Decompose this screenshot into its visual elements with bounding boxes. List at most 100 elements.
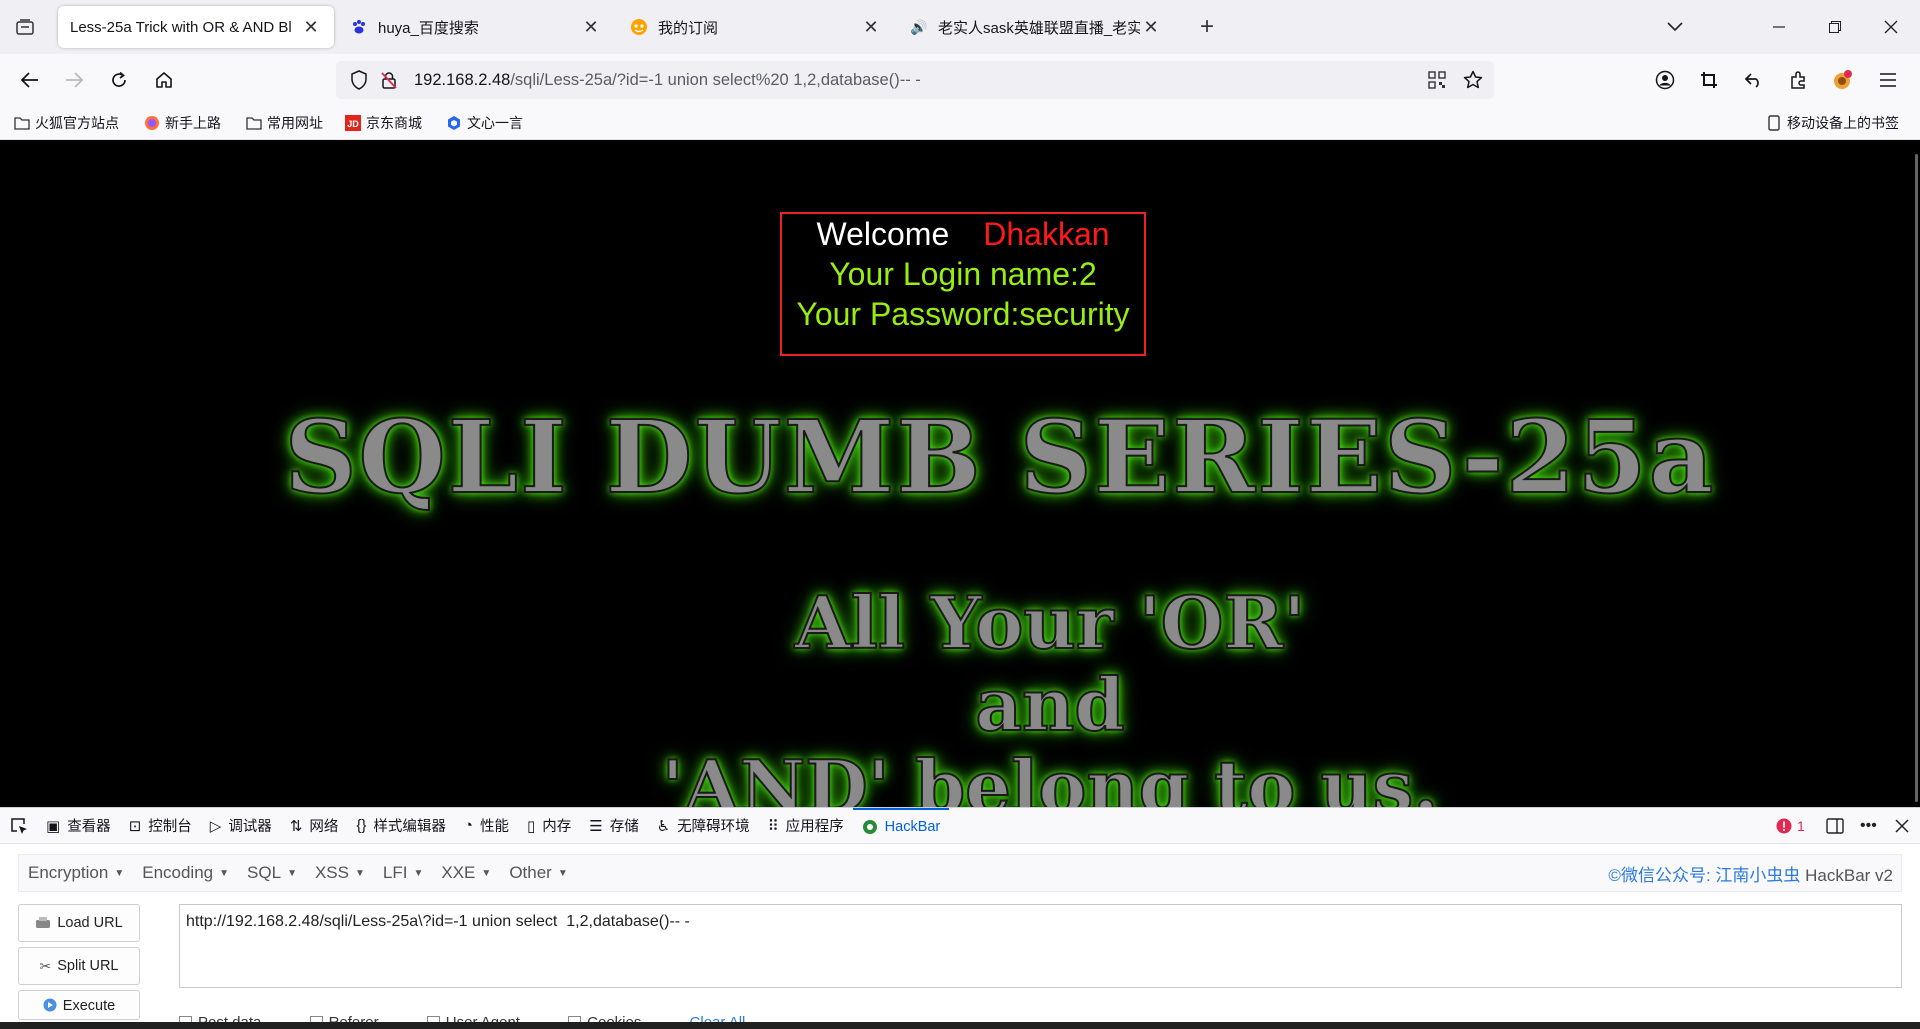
caret-down-icon: ▼ xyxy=(114,867,125,879)
devtools-tab-style-editor[interactable]: {} 样式编辑器 xyxy=(347,808,455,844)
devtools-tab-performance[interactable]: ◔ 性能 xyxy=(455,808,518,844)
devtools-tab-application[interactable]: ⠿ 应用程序 xyxy=(759,808,853,844)
split-url-label: Split URL xyxy=(57,958,119,974)
devtools-tab-label: 调试器 xyxy=(228,819,272,835)
devtools-tab-network[interactable]: ⇅ 网络 xyxy=(281,808,348,844)
restore-button[interactable] xyxy=(1812,10,1858,44)
devtools-more-button[interactable]: ••• xyxy=(1860,808,1877,844)
mobile-bookmarks-label: 移动设备上的书签 xyxy=(1787,115,1899,131)
close-icon xyxy=(1895,819,1909,833)
application-icon: ⠿ xyxy=(767,817,779,835)
bookmark-star-icon[interactable] xyxy=(1458,65,1488,95)
inspector-icon: ▣ xyxy=(46,817,61,835)
url-text[interactable]: 192.168.2.48/sqli/Less-25a/?id=-1 union … xyxy=(414,71,1422,90)
page-scrollbar[interactable] xyxy=(1915,154,1918,802)
reload-button[interactable] xyxy=(103,64,135,96)
hackbar-menu-encryption[interactable]: Encryption ▼ xyxy=(19,863,133,883)
close-tab-icon[interactable]: ✕ xyxy=(860,16,882,38)
hackbar-menu-xss[interactable]: XSS ▼ xyxy=(306,863,374,883)
mobile-bookmarks[interactable]: 移动设备上的书签 xyxy=(1766,112,1899,134)
qr-code-icon[interactable] xyxy=(1422,65,1452,95)
baidu-paw-icon xyxy=(350,18,368,36)
devtools-tab-storage[interactable]: ☰ 存储 xyxy=(580,808,647,844)
close-tab-icon[interactable]: ✕ xyxy=(1140,16,1162,38)
split-url-button[interactable]: ✂ Split URL xyxy=(18,947,140,985)
svg-text:JD: JD xyxy=(347,119,359,129)
account-icon[interactable] xyxy=(1649,64,1681,96)
tab-list-icon xyxy=(16,19,34,35)
close-window-button[interactable] xyxy=(1868,10,1914,44)
folder-icon xyxy=(14,115,30,131)
bookmark-label: 京东商城 xyxy=(366,115,422,131)
devtools-tab-label: 控制台 xyxy=(148,819,192,835)
close-tab-icon[interactable]: ✕ xyxy=(300,16,322,38)
bookmark-jd[interactable]: JD 京东商城 xyxy=(345,112,422,134)
restore-icon xyxy=(1829,21,1841,33)
performance-icon: ◔ xyxy=(463,817,473,834)
hackbar-menu-lfi[interactable]: LFI ▼ xyxy=(374,863,432,883)
devtools-tab-console[interactable]: ⊡ 控制台 xyxy=(120,808,201,844)
devtools-tab-label: 网络 xyxy=(309,819,339,835)
new-tab-button[interactable]: + xyxy=(1192,12,1222,42)
banner-line-and: and xyxy=(974,661,1125,748)
devtools-tab-label: 样式编辑器 xyxy=(373,819,446,835)
hackbar-menu-sql[interactable]: SQL ▼ xyxy=(238,863,306,883)
extensions-icon[interactable] xyxy=(1782,64,1814,96)
minimize-button[interactable] xyxy=(1756,10,1802,44)
devtools-tab-memory[interactable]: ▯ 内存 xyxy=(518,808,580,844)
back-button[interactable] xyxy=(14,64,46,96)
home-icon xyxy=(156,72,172,88)
hackbar-extension-icon[interactable] xyxy=(1827,64,1859,96)
dock-side-button[interactable] xyxy=(1826,808,1844,844)
tab-huya-search[interactable]: huya_百度搜索 ✕ xyxy=(338,6,614,48)
menu-hamburger-icon[interactable] xyxy=(1872,64,1904,96)
screenshot-crop-icon[interactable] xyxy=(1693,64,1725,96)
home-button[interactable] xyxy=(148,64,180,96)
ellipsis-icon: ••• xyxy=(1860,817,1877,834)
devtools-tab-accessibility[interactable]: ♿ 无障碍环境 xyxy=(648,808,759,844)
accessibility-icon: ♿ xyxy=(656,817,671,835)
hackbar-menu-xxe[interactable]: XXE ▼ xyxy=(432,863,500,883)
chevron-down-icon xyxy=(1667,22,1683,32)
bookmark-label: 火狐官方站点 xyxy=(35,115,119,131)
error-count-badge[interactable]: 1 xyxy=(1776,808,1805,844)
bookmark-firefox-official[interactable]: 火狐官方站点 xyxy=(14,112,119,134)
forward-button[interactable] xyxy=(58,64,90,96)
hackbar-menu-other[interactable]: Other ▼ xyxy=(500,863,576,883)
url-host: 192.168.2.48 xyxy=(414,70,511,89)
caret-down-icon: ▼ xyxy=(355,867,365,879)
tab-live-stream[interactable]: 🔊 老实人sask英雄联盟直播_老实人 ✕ xyxy=(898,6,1174,48)
load-url-button[interactable]: Load URL xyxy=(18,904,140,942)
speaker-icon[interactable]: 🔊 xyxy=(910,18,928,36)
undo-arrow-icon[interactable] xyxy=(1738,64,1770,96)
hackbar-menu-encoding[interactable]: Encoding ▼ xyxy=(133,863,238,883)
tab-less-25a[interactable]: Less-25a Trick with OR & AND Bl ✕ xyxy=(58,6,334,48)
tab-subscriptions[interactable]: 我的订阅 ✕ xyxy=(618,6,894,48)
shield-icon[interactable] xyxy=(344,65,374,95)
address-bar[interactable]: 192.168.2.48/sqli/Less-25a/?id=-1 union … xyxy=(336,61,1494,99)
element-picker-button[interactable] xyxy=(0,808,37,844)
execute-button[interactable]: Execute xyxy=(18,990,140,1020)
devtools-tab-label: HackBar xyxy=(884,818,941,835)
brand-suffix: HackBar v2 xyxy=(1800,865,1893,885)
devtools-tab-debugger[interactable]: ▷ 调试器 xyxy=(201,808,281,844)
close-devtools-button[interactable] xyxy=(1895,808,1909,844)
banner-line-or: All Your 'OR' xyxy=(794,579,1307,666)
close-tab-icon[interactable]: ✕ xyxy=(580,16,602,38)
bookmark-getting-started[interactable]: 新手上路 xyxy=(144,112,221,134)
bookmark-wenxin[interactable]: 文心一言 xyxy=(446,112,523,134)
brand-name[interactable]: 江南小虫虫 xyxy=(1715,866,1800,885)
caret-down-icon: ▼ xyxy=(219,867,230,879)
list-all-tabs-button[interactable] xyxy=(1652,10,1698,44)
console-icon: ⊡ xyxy=(128,817,142,835)
tab-list-button[interactable] xyxy=(10,14,40,40)
hackbar-url-input[interactable] xyxy=(179,904,1902,988)
insecure-lock-icon[interactable] xyxy=(374,65,404,95)
devtools-tab-hackbar[interactable]: HackBar xyxy=(852,807,950,844)
caret-down-icon: ▼ xyxy=(481,867,492,879)
bookmark-common-sites[interactable]: 常用网址 xyxy=(246,112,323,134)
tab-title: Less-25a Trick with OR & AND Bl xyxy=(70,18,292,36)
hackbar-icon xyxy=(862,819,878,835)
devtools-tab-inspector[interactable]: ▣ 查看器 xyxy=(37,808,120,844)
menu-label: SQL xyxy=(247,863,282,882)
